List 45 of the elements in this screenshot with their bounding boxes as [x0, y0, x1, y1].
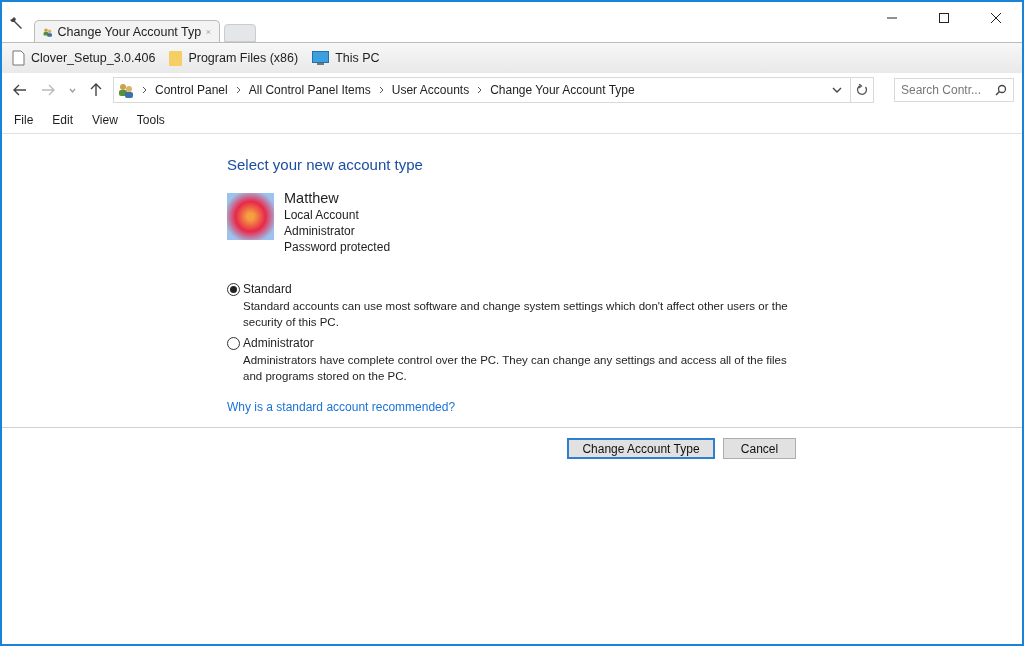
menu-item[interactable]: File	[14, 113, 34, 127]
account-detail: Local Account	[284, 208, 360, 222]
tab-title: Change Your Account Typ	[57, 24, 202, 39]
account-type-radio[interactable]: Standard	[227, 282, 807, 296]
breadcrumb-item[interactable]: User Accounts	[391, 83, 470, 97]
help-link[interactable]: Why is a standard account recommended?	[227, 400, 456, 414]
account-type-radio[interactable]: Administrator	[227, 336, 807, 350]
caret-icon[interactable]	[69, 87, 76, 93]
account-detail: Password protected	[284, 240, 391, 254]
menu-item[interactable]: Edit	[52, 113, 74, 127]
breadcrumb-item[interactable]: All Control Panel Items	[248, 83, 371, 97]
breadcrumb-item[interactable]: Control Panel	[155, 83, 228, 97]
chevron-icon	[235, 86, 241, 94]
account-detail: Administrator	[284, 224, 356, 238]
account-picture	[227, 193, 274, 240]
menu-item[interactable]: Tools	[136, 113, 165, 127]
page-heading: Select your new account type	[227, 156, 424, 173]
dropdown-caret-icon[interactable]	[832, 86, 842, 94]
change-account-type-button[interactable]: Change Account Type	[567, 438, 715, 459]
bookmark-item[interactable]: Clover_Setup_3.0.406	[12, 50, 156, 66]
option-description: Administrators have complete control over the PC. They can change any settings and access all of the files and programs stored on the PC.	[243, 353, 788, 384]
option-description: Standard accounts can use most software and change system settings which don't affect other users or the security of this PC.	[243, 299, 789, 330]
address-bar[interactable]: Control Panel All Control Panel Items User Accounts Change Your Account Type	[113, 77, 874, 103]
users-icon	[118, 82, 134, 98]
back-arrow-icon[interactable]	[13, 84, 27, 96]
browser-tab[interactable]: Change Your Account Typ	[34, 20, 220, 42]
search-icon	[995, 84, 1007, 96]
account-name: Matthew	[284, 190, 340, 206]
chevron-icon	[378, 86, 384, 94]
bookmark-item[interactable]: Program Files (x86)	[169, 50, 299, 66]
document-icon	[12, 50, 25, 66]
chevron-icon	[142, 86, 147, 94]
folder-icon	[169, 50, 183, 66]
refresh-icon[interactable]	[856, 84, 868, 96]
up-arrow-icon[interactable]	[90, 83, 102, 97]
search-field[interactable]: Search Contr...	[894, 78, 1014, 102]
monitor-icon	[312, 50, 330, 66]
menu-item[interactable]: View	[92, 113, 118, 127]
cancel-button[interactable]: Cancel	[723, 438, 796, 459]
wrench-icon[interactable]	[10, 16, 24, 30]
close-icon[interactable]	[990, 12, 1002, 24]
chevron-icon	[477, 86, 483, 94]
breadcrumb-item[interactable]: Change Your Account Type	[490, 83, 635, 97]
maximize-icon[interactable]	[938, 12, 950, 24]
bookmark-item[interactable]: This PC	[312, 50, 380, 66]
